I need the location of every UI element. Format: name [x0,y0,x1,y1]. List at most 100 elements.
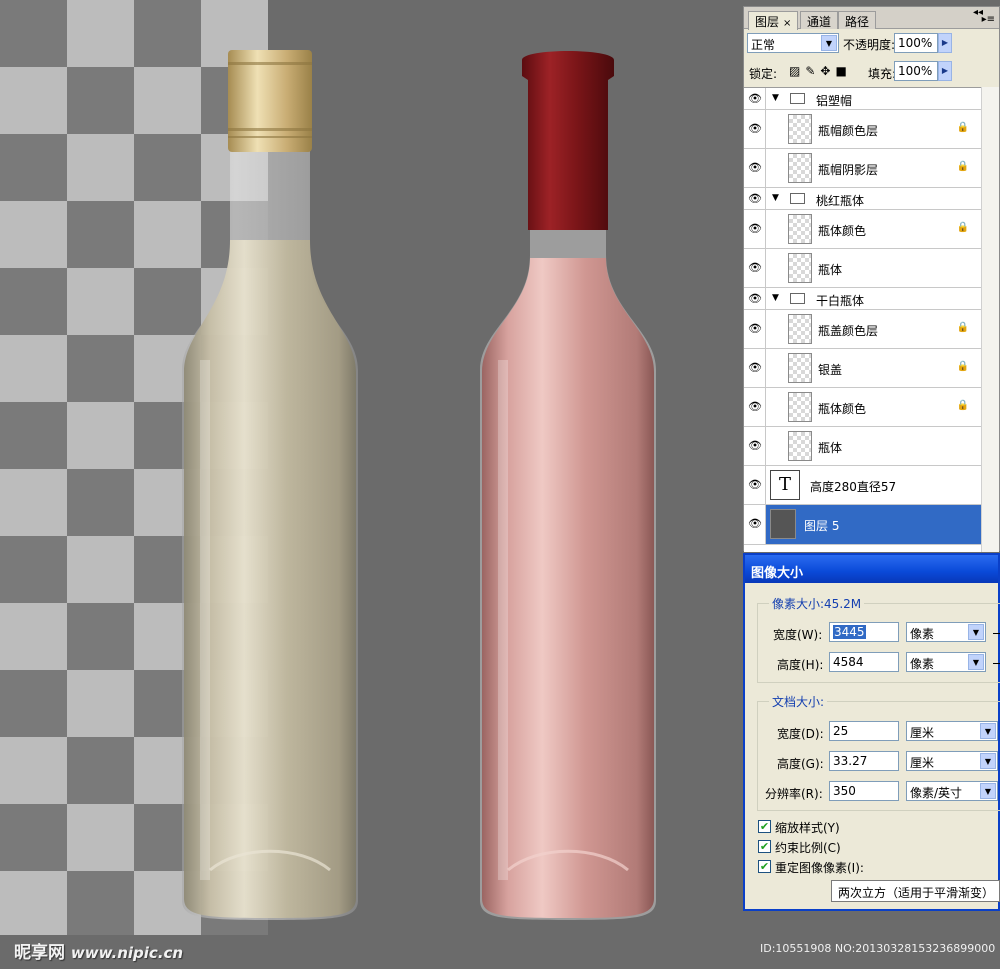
eye-icon[interactable]: 👁 [748,322,762,336]
constrain-proportions-label[interactable]: 约束比例(C) [775,839,841,856]
doc-width-unit-value: 厘米 [910,726,935,740]
resolution-unit-value: 像素/英寸 [910,786,963,800]
watermark-site: www.nipic.cn [70,944,184,962]
layer-item-selected[interactable]: 👁 图层 5 [744,505,981,545]
opacity-slider-arrow-icon[interactable]: ▶ [938,33,952,53]
eye-icon[interactable]: 👁 [748,261,762,275]
resolution-input[interactable]: 350 [829,781,899,801]
watermark-logo: 昵享网 [14,943,65,963]
layer-item[interactable]: 👁 瓶盖颜色层 🔒 [744,310,981,349]
fill-label: 填充: [868,67,897,81]
doc-height-unit-value: 厘米 [910,756,935,770]
layer-group-rose[interactable]: 👁 ▼ 桃红瓶体 [744,188,981,210]
lock-options: ▨ ✎ ✥ ■ [789,64,852,78]
doc-width-unit-select[interactable]: 厘米 ▼ [906,721,998,741]
tab-channels[interactable]: 通道 [800,11,839,29]
eye-icon[interactable]: 👁 [748,439,762,453]
doc-height-input[interactable]: 33.27 [829,751,899,771]
eye-icon[interactable]: 👁 [748,292,762,306]
chevron-down-icon[interactable]: ▼ [968,624,984,640]
doc-height-label: 高度(G): [777,757,824,771]
scale-styles-checkbox[interactable]: ✔ [758,820,771,833]
layer-thumbnail [788,392,812,422]
layer-item[interactable]: 👁 瓶体 [744,427,981,466]
chevron-down-icon[interactable]: ▼ [968,654,984,670]
expand-triangle-icon[interactable]: ▼ [772,93,779,103]
layer-thumbnail [788,431,812,461]
height-input[interactable]: 4584 [829,652,899,672]
chevron-down-icon[interactable]: ▼ [980,723,996,739]
lock-image-icon[interactable]: ✎ [805,64,815,78]
layer-item[interactable]: 👁 瓶体颜色 🔒 [744,210,981,249]
chevron-down-icon[interactable]: ▼ [980,753,996,769]
layer-group-white[interactable]: 👁 ▼ 干白瓶体 [744,288,981,310]
eye-icon[interactable]: 👁 [748,478,762,492]
resolution-unit-select[interactable]: 像素/英寸 ▼ [906,781,998,801]
eye-icon[interactable]: 👁 [748,161,762,175]
expand-triangle-icon[interactable]: ▼ [772,193,779,203]
layer-name: 图层 5 [804,519,840,533]
eye-icon[interactable]: 👁 [748,222,762,236]
layer-thumbnail [788,353,812,383]
layer-name: 瓶盖颜色层 [818,324,879,338]
image-size-dialog: 图像大小 像素大小:45.2M 宽度(W): 3445 像素 ▼ 高度(H): … [743,553,1000,911]
lock-icon: 🔒 [956,122,969,133]
panel-tabs: 图层 × 通道 路径 ◂◂ ▸≡ [744,7,999,30]
opacity-input[interactable]: 100% [894,33,938,53]
constrain-proportions-checkbox[interactable]: ✔ [758,840,771,853]
eye-icon[interactable]: 👁 [748,192,762,206]
tab-paths[interactable]: 路径 [838,11,877,29]
resample-checkbox[interactable]: ✔ [758,860,771,873]
lock-position-icon[interactable]: ✥ [820,64,830,78]
constrain-link-line [993,663,1000,664]
width-value: 3445 [833,625,866,639]
rose-wine-bottle [480,51,656,920]
tab-layers[interactable]: 图层 × [748,11,799,30]
width-input[interactable]: 3445 [829,622,899,642]
doc-width-input[interactable]: 25 [829,721,899,741]
fill-input[interactable]: 100% [894,61,938,81]
layer-thumbnail [770,509,796,539]
layer-name: 瓶体 [818,263,843,277]
layer-name: 瓶帽颜色层 [818,124,879,138]
tab-channels-label: 通道 [807,15,832,29]
doc-height-unit-select[interactable]: 厘米 ▼ [906,751,998,771]
resample-method-select[interactable]: 两次立方（适用于平滑渐变） [831,880,1000,902]
layer-item-text[interactable]: 👁 T 高度280直径57 [744,466,981,505]
tab-close-icon[interactable]: × [783,18,791,29]
layer-group-cap[interactable]: 👁 ▼ 铝塑帽 [744,88,981,110]
white-wine-bottle [182,50,358,920]
lock-icon: 🔒 [956,161,969,172]
layer-item[interactable]: 👁 瓶体颜色 🔒 [744,388,981,427]
layer-name: 瓶体颜色 [818,402,867,416]
dialog-title: 图像大小 [745,555,998,583]
layer-item[interactable]: 👁 瓶帽颜色层 🔒 [744,110,981,149]
eye-icon[interactable]: 👁 [748,400,762,414]
layers-scrollbar[interactable] [981,87,999,552]
lock-all-icon[interactable]: ■ [835,64,846,78]
scale-styles-label[interactable]: 缩放样式(Y) [775,819,840,836]
layer-name: 桃红瓶体 [816,194,865,208]
eye-icon[interactable]: 👁 [748,517,762,531]
resample-label[interactable]: 重定图像像素(I): [775,859,864,876]
chevron-down-icon[interactable]: ▼ [980,783,996,799]
folder-icon [790,193,805,204]
fill-slider-arrow-icon[interactable]: ▶ [938,61,952,81]
layer-thumbnail [788,253,812,283]
layer-item[interactable]: 👁 瓶帽阴影层 🔒 [744,149,981,188]
width-unit-select[interactable]: 像素 ▼ [906,622,986,642]
layer-item[interactable]: 👁 银盖 🔒 [744,349,981,388]
chevron-down-icon[interactable]: ▼ [821,35,837,51]
eye-icon[interactable]: 👁 [748,92,762,106]
pixel-dimensions-label: 像素大小:45.2M [769,595,865,612]
constrain-link-line [993,633,1000,634]
lock-transparency-icon[interactable]: ▨ [789,64,800,78]
eye-icon[interactable]: 👁 [748,361,762,375]
layer-item[interactable]: 👁 瓶体 [744,249,981,288]
height-unit-select[interactable]: 像素 ▼ [906,652,986,672]
blend-mode-select[interactable]: 正常 ▼ [747,33,839,53]
panel-menu-icon[interactable]: ▸≡ [982,14,995,25]
expand-triangle-icon[interactable]: ▼ [772,293,779,303]
layers-list[interactable]: 👁 ▼ 铝塑帽 👁 瓶帽颜色层 🔒 👁 瓶帽阴影层 🔒 👁 ▼ 桃红瓶体 👁 瓶… [744,87,981,552]
eye-icon[interactable]: 👁 [748,122,762,136]
